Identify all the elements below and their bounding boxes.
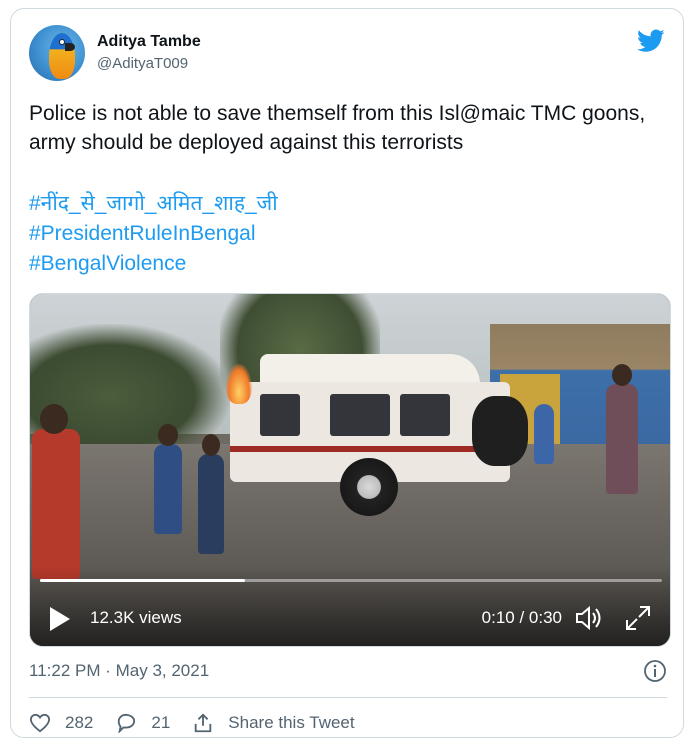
video-frame-police-jeep (220, 354, 528, 524)
share-icon (195, 713, 212, 733)
reply-button[interactable]: 21 (115, 713, 170, 733)
user-handle[interactable]: @AdityaT009 (97, 55, 188, 72)
video-player[interactable]: 12.3K views 0:10 / 0:30 (29, 293, 671, 647)
video-time: 0:10 / 0:30 (481, 608, 562, 627)
play-icon[interactable] (48, 606, 72, 632)
video-progress-bar[interactable] (40, 579, 662, 582)
tweet-actions: 282 21 Share this Tweet (29, 709, 669, 737)
info-icon[interactable] (643, 659, 667, 683)
reply-icon (118, 713, 136, 733)
tweet-timestamp[interactable]: 11:22 PM · May 3, 2021 (29, 661, 209, 681)
tweet-text: Police is not able to save themself from… (29, 102, 646, 154)
heart-icon (29, 713, 51, 733)
share-button[interactable]: Share this Tweet (192, 712, 355, 734)
share-label: Share this Tweet (228, 713, 355, 732)
user-display-name[interactable]: Aditya Tambe (97, 33, 201, 51)
video-views: 12.3K views (90, 608, 182, 627)
hashtag-list: #नींद_से_जागो_अमित_शाह_जी #PresidentRule… (29, 189, 669, 279)
hashtag-link[interactable]: #BengalViolence (29, 249, 669, 279)
twitter-bird-icon[interactable] (637, 29, 665, 53)
avatar[interactable] (29, 25, 85, 81)
like-button[interactable]: 282 (29, 713, 93, 733)
reply-count: 21 (151, 713, 171, 732)
hashtag-link[interactable]: #PresidentRuleInBengal (29, 219, 669, 249)
hashtag-link[interactable]: #नींद_से_जागो_अमित_शाह_जी (29, 189, 669, 219)
volume-icon[interactable] (574, 604, 604, 632)
tweet-card: Aditya Tambe @AdityaT009 Police is not a… (10, 8, 684, 738)
video-frame-fire (226, 364, 252, 404)
like-count: 282 (65, 713, 94, 732)
fullscreen-icon[interactable] (624, 604, 652, 632)
footer-divider (29, 697, 667, 698)
video-progress-fill (40, 579, 246, 582)
